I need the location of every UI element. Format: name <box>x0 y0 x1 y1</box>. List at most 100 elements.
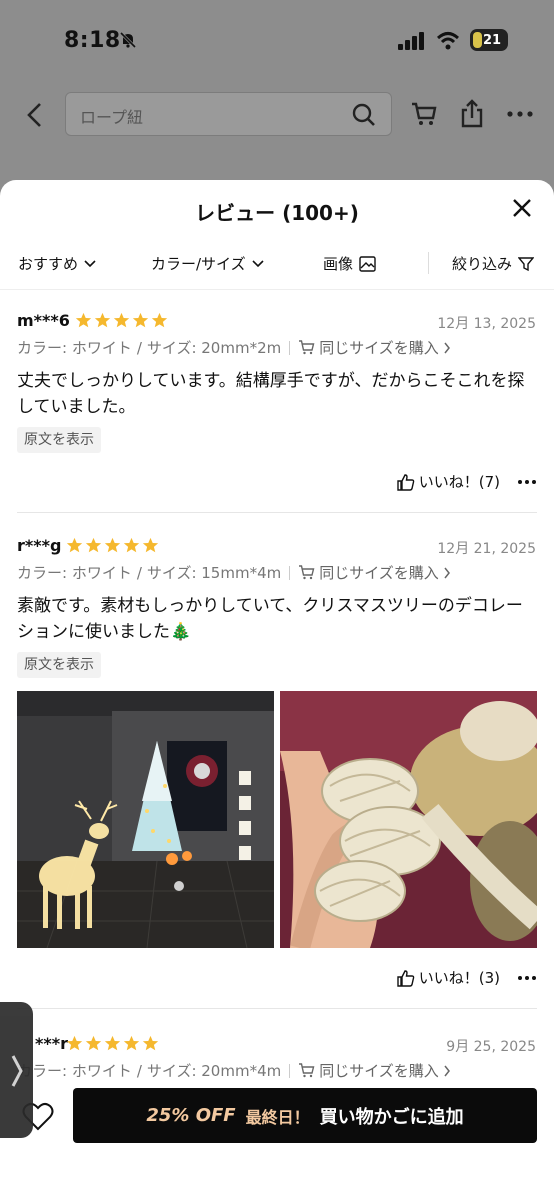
review-divider <box>17 1008 537 1009</box>
chevron-down-icon <box>252 259 264 267</box>
star-icon <box>85 1035 102 1051</box>
review-item: m***6 12月 13, 2025 カラー: ホワイト / サイズ: 20mm… <box>0 310 554 513</box>
like-button[interactable]: いいね！(3) <box>397 967 500 988</box>
review-size: サイズ: 15mm*4m <box>146 564 282 582</box>
thumbs-up-icon <box>397 473 415 491</box>
review-spec: カラー: ホワイト / サイズ: 20mm*2m 同じサイズを購入 <box>17 337 451 358</box>
show-original-button[interactable]: 原文を表示 <box>17 652 101 678</box>
buy-same-size-link[interactable]: 同じサイズを購入 <box>298 337 451 358</box>
wifi-icon <box>436 32 460 50</box>
buy-same-size-link[interactable]: 同じサイズを購入 <box>298 562 451 583</box>
review-color: カラー: ホワイト <box>17 564 132 582</box>
show-original-button[interactable]: 原文を表示 <box>17 427 101 453</box>
review-spec: カラー: ホワイト / サイズ: 20mm*4m 同じサイズを購入 <box>17 1060 451 1081</box>
sheet-title: レビュー (100+) <box>195 201 359 225</box>
back-arrow-icon[interactable] <box>22 100 48 130</box>
status-time: 8:18 <box>64 28 121 53</box>
review-date: 12月 21, 2025 <box>437 541 536 557</box>
share-icon[interactable] <box>459 98 485 128</box>
filter-divider <box>428 252 429 274</box>
spec-slash: / <box>136 1061 142 1080</box>
spec-slash: / <box>136 338 142 357</box>
buy-same-size-label: 同じサイズを購入 <box>319 339 439 357</box>
review-text: 素敵です。素材もしっかりしていて、クリスマスツリーのデコレーションに使いました🎄 <box>17 596 523 642</box>
star-rating <box>66 537 159 554</box>
thumbs-up-icon <box>397 969 415 987</box>
star-icon <box>132 312 149 328</box>
top-nav: ロープ紐 <box>0 92 554 138</box>
star-icon <box>113 312 130 328</box>
silent-bell-icon <box>119 31 137 49</box>
star-icon <box>123 1035 140 1051</box>
star-icon <box>104 1035 121 1051</box>
status-bar: 8:18 21 <box>0 0 554 84</box>
search-icon[interactable] <box>351 102 377 128</box>
cart-plus-icon <box>299 340 315 355</box>
like-count: いいね！(7) <box>418 473 500 491</box>
spec-divider <box>289 340 291 355</box>
review-text: 丈夫でしっかりしています。結構厚手ですが、だからこそこれを探していました。 <box>17 371 525 417</box>
last-day-label: 最終日！ <box>245 1107 310 1127</box>
review-color: カラー: ホワイト <box>17 1062 132 1080</box>
filter-images[interactable]: 画像 <box>323 253 376 274</box>
filter-refine[interactable]: 絞り込み <box>452 253 535 274</box>
star-icon <box>94 312 111 328</box>
cart-plus-icon <box>299 565 315 580</box>
image-icon <box>359 255 376 272</box>
more-icon[interactable] <box>505 104 535 124</box>
star-icon <box>85 537 102 553</box>
star-icon <box>104 537 121 553</box>
like-count: いいね！(3) <box>418 969 500 987</box>
review-date: 12月 13, 2025 <box>437 316 536 332</box>
side-panel-handle[interactable] <box>0 1002 33 1138</box>
spec-divider <box>289 1063 291 1078</box>
chevron-down-icon <box>84 259 96 267</box>
star-icon <box>142 537 159 553</box>
review-spec: カラー: ホワイト / サイズ: 15mm*4m 同じサイズを購入 <box>17 562 451 583</box>
star-icon <box>123 537 140 553</box>
chevron-right-icon <box>444 567 450 578</box>
like-button[interactable]: いいね！(7) <box>397 471 500 492</box>
star-icon <box>66 1035 83 1051</box>
review-username: m***6 <box>17 311 70 330</box>
review-date: 9月 25, 2025 <box>446 1039 536 1055</box>
add-to-cart-label: 買い物かごに追加 <box>319 1106 464 1128</box>
review-size: サイズ: 20mm*4m <box>146 1062 282 1080</box>
chevron-right-icon <box>444 342 450 353</box>
spec-slash: / <box>136 563 142 582</box>
review-username: r***g <box>17 536 62 555</box>
review-divider <box>17 512 537 513</box>
more-options-icon[interactable] <box>517 479 537 485</box>
cart-icon[interactable] <box>410 100 438 128</box>
filter-color-size[interactable]: カラー/サイズ <box>151 253 264 274</box>
search-bar[interactable]: ロープ紐 <box>65 92 392 136</box>
filter-bar: おすすめ カラー/サイズ 画像 絞り込み <box>0 246 554 290</box>
review-username: ***r <box>35 1034 68 1053</box>
review-color: カラー: ホワイト <box>17 339 132 357</box>
filter-recommended[interactable]: おすすめ <box>18 253 96 274</box>
filter-images-label: 画像 <box>323 255 354 273</box>
funnel-icon <box>518 256 535 271</box>
filter-color-size-label: カラー/サイズ <box>151 255 246 273</box>
review-item: r***g 12月 21, 2025 カラー: ホワイト / サイズ: 15mm… <box>0 535 554 1009</box>
chevron-right-icon <box>444 1065 450 1076</box>
buy-same-size-link[interactable]: 同じサイズを購入 <box>298 1060 451 1081</box>
filter-refine-label: 絞り込み <box>452 255 513 273</box>
star-icon <box>75 312 92 328</box>
review-photo-christmas-deer[interactable] <box>17 691 274 948</box>
discount-label: 25% OFF <box>146 1105 236 1126</box>
star-icon <box>142 1035 159 1051</box>
buy-same-size-label: 同じサイズを購入 <box>319 564 439 582</box>
star-rating <box>75 312 168 329</box>
star-icon <box>66 537 83 553</box>
review-size: サイズ: 20mm*2m <box>146 339 282 357</box>
more-options-icon[interactable] <box>517 975 537 981</box>
chevron-right-icon <box>11 1055 23 1087</box>
close-icon[interactable] <box>511 197 533 219</box>
battery-level: 21 <box>482 32 502 48</box>
filter-recommended-label: おすすめ <box>18 255 79 273</box>
star-rating <box>66 1035 159 1052</box>
star-icon <box>151 312 168 328</box>
review-photo-knotted-rope[interactable] <box>280 691 537 948</box>
add-to-cart-button[interactable]: 25% OFF 最終日！ 買い物かごに追加 <box>73 1088 537 1143</box>
